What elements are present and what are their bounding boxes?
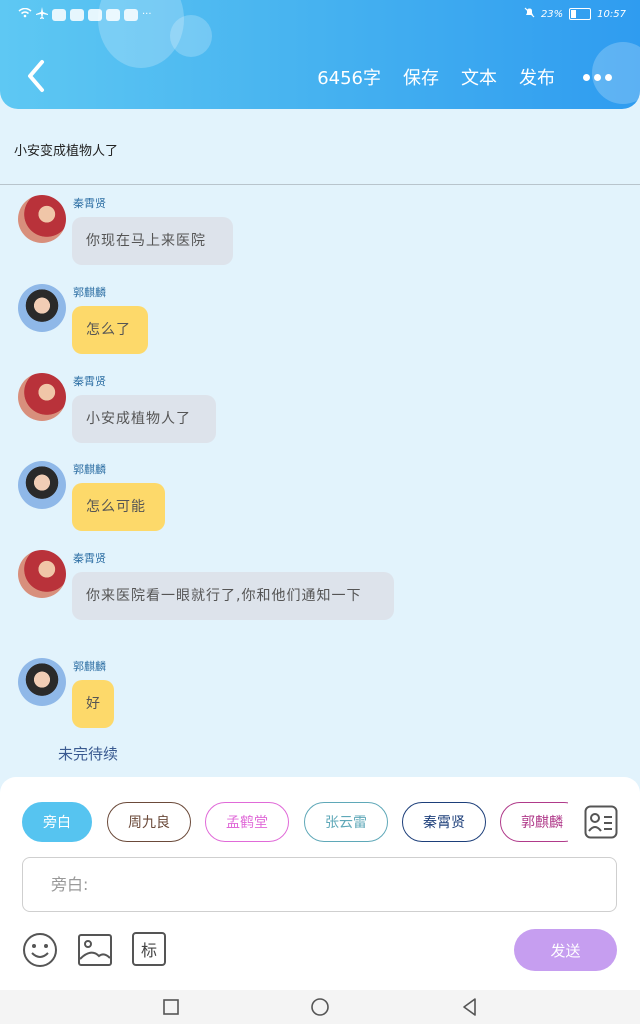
- mute-icon: [524, 7, 535, 21]
- role-chip[interactable]: 孟鹤堂: [205, 802, 289, 842]
- role-chip-clip: 郭麒麟: [498, 797, 568, 847]
- divider: [0, 184, 640, 185]
- more-notifications-icon: ···: [142, 9, 152, 20]
- image-icon[interactable]: [77, 932, 113, 968]
- message-bubble[interactable]: 你来医院看一眼就行了,你和他们通知一下: [72, 572, 394, 620]
- home-icon[interactable]: [310, 997, 330, 1017]
- sender-name: 郭麒麟: [73, 463, 106, 476]
- role-chip[interactable]: 张云雷: [304, 802, 388, 842]
- back-nav-icon[interactable]: [460, 997, 480, 1017]
- chevron-left-icon: [28, 60, 44, 92]
- role-chip-narration[interactable]: 旁白: [22, 802, 92, 842]
- sender-name: 秦霄贤: [73, 552, 106, 565]
- role-chip[interactable]: 秦霄贤: [402, 802, 486, 842]
- avatar[interactable]: [18, 284, 66, 332]
- emoji-icon[interactable]: [22, 932, 58, 968]
- battery-icon: [569, 8, 592, 20]
- message-input-box: [22, 857, 617, 912]
- message-bubble[interactable]: 怎么可能: [72, 483, 165, 531]
- word-count: 6456字: [317, 68, 381, 89]
- send-button[interactable]: 发送: [514, 929, 617, 971]
- message-input[interactable]: [23, 858, 616, 911]
- role-chip[interactable]: 周九良: [107, 802, 191, 842]
- sender-name: 秦霄贤: [73, 197, 106, 210]
- message-bubble[interactable]: 你现在马上来医院: [72, 217, 233, 265]
- message-bubble[interactable]: 小安成植物人了: [72, 395, 216, 443]
- top-header: ··· 23% 10:57 6456字 保存 文本 发布: [0, 0, 640, 109]
- contacts-icon[interactable]: [584, 805, 618, 839]
- status-left: ···: [18, 7, 152, 22]
- recent-apps-icon[interactable]: [161, 997, 181, 1017]
- message-bubble[interactable]: 怎么了: [72, 306, 148, 354]
- sender-name: 郭麒麟: [73, 286, 106, 299]
- avatar[interactable]: [18, 658, 66, 706]
- to-be-continued-label: 未完待续: [58, 745, 119, 763]
- header-actions: 6456字 保存 文本 发布: [295, 64, 612, 90]
- role-chip[interactable]: 郭麒麟: [500, 802, 568, 842]
- app-notification-icon: [70, 8, 84, 21]
- app-notification-icon: [52, 8, 66, 21]
- app-notification-icon: [106, 8, 120, 21]
- battery-percent: 23%: [540, 8, 564, 20]
- wifi-icon: [18, 7, 32, 21]
- text-button[interactable]: 文本: [461, 64, 497, 90]
- message-bubble[interactable]: 好: [72, 680, 114, 728]
- avatar[interactable]: [18, 461, 66, 509]
- mark-button[interactable]: 标: [132, 932, 166, 966]
- app-notification-icon: [88, 8, 102, 21]
- app-notification-icon: [124, 8, 138, 21]
- status-bar: ··· 23% 10:57: [0, 4, 640, 24]
- sender-name: 郭麒麟: [73, 660, 106, 673]
- clock: 10:57: [597, 8, 626, 20]
- publish-button[interactable]: 发布: [519, 64, 555, 90]
- more-options-icon[interactable]: [583, 73, 612, 81]
- back-button[interactable]: [22, 58, 52, 94]
- compose-panel: 旁白 周九良 孟鹤堂 张云雷 秦霄贤 郭麒麟 标: [0, 777, 640, 990]
- airplane-icon: [36, 7, 48, 22]
- sender-name: 秦霄贤: [73, 375, 106, 388]
- avatar[interactable]: [18, 550, 66, 598]
- status-right: 23% 10:57: [524, 7, 626, 21]
- avatar[interactable]: [18, 195, 66, 243]
- save-button[interactable]: 保存: [403, 64, 439, 90]
- chapter-title: 小安变成植物人了: [14, 144, 119, 159]
- system-nav-bar: [0, 990, 640, 1024]
- avatar[interactable]: [18, 373, 66, 421]
